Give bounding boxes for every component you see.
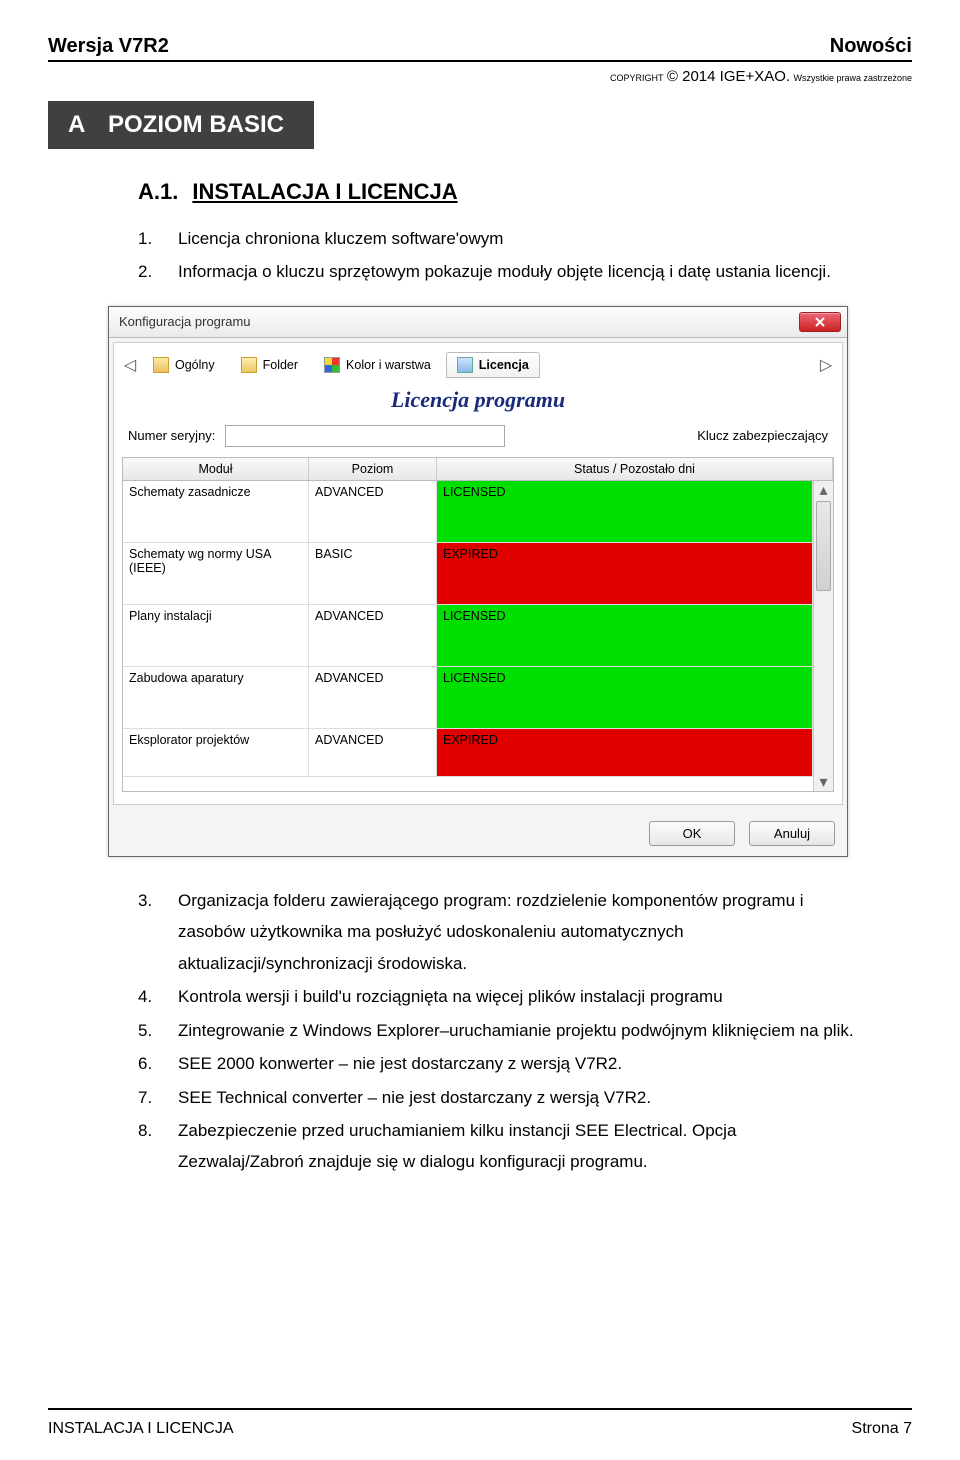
close-icon	[814, 316, 826, 328]
cell-level: ADVANCED	[309, 729, 437, 777]
cell-status: LICENSED	[437, 667, 813, 729]
cell-status: EXPIRED	[437, 729, 813, 777]
list-item: 2.Informacja o kluczu sprzętowym pokazuj…	[138, 256, 858, 287]
config-dialog: Konfiguracja programu ◁ Ogólny Folder Ko…	[108, 306, 848, 857]
cell-module: Zabudowa aparatury	[123, 667, 309, 729]
general-icon	[153, 357, 169, 373]
list-item: 3.Organizacja folderu zawierającego prog…	[138, 885, 858, 979]
cell-level: ADVANCED	[309, 605, 437, 667]
tab-scroll-right[interactable]: ▷	[818, 354, 834, 376]
tab-folder[interactable]: Folder	[230, 352, 309, 378]
cell-module: Eksplorator projektów	[123, 729, 309, 777]
folder-icon	[241, 357, 257, 373]
cell-module: Schematy wg normy USA (IEEE)	[123, 543, 309, 605]
dialog-title: Konfiguracja programu	[119, 314, 251, 329]
license-heading: Licencja programu	[122, 387, 834, 413]
scroll-thumb[interactable]	[816, 501, 831, 591]
cell-level: ADVANCED	[309, 667, 437, 729]
ok-button[interactable]: OK	[649, 821, 735, 846]
cell-level: BASIC	[309, 543, 437, 605]
tab-color-layer[interactable]: Kolor i warstwa	[313, 352, 442, 378]
grid-scrollbar[interactable]: ▴ ▾	[813, 481, 833, 791]
cell-module: Plany instalacji	[123, 605, 309, 667]
cell-status: EXPIRED	[437, 543, 813, 605]
col-status[interactable]: Status / Pozostało dni	[437, 458, 833, 480]
section-a-banner: A POZIOM BASIC	[48, 101, 314, 149]
list-item: 1.Licencja chroniona kluczem software'ow…	[138, 223, 858, 254]
footer-left: INSTALACJA I LICENCJA	[48, 1420, 234, 1438]
col-module[interactable]: Moduł	[123, 458, 309, 480]
cancel-button[interactable]: Anuluj	[749, 821, 835, 846]
list-item: 4.Kontrola wersji i build'u rozciągnięta…	[138, 981, 858, 1012]
footer-right: Strona 7	[852, 1420, 912, 1438]
close-button[interactable]	[799, 312, 841, 332]
serial-input[interactable]	[225, 425, 505, 447]
list-item: 7.SEE Technical converter – nie jest dos…	[138, 1082, 858, 1113]
scroll-down-icon[interactable]: ▾	[814, 773, 833, 791]
list-item: 8.Zabezpieczenie przed uruchamianiem kil…	[138, 1115, 858, 1178]
tab-scroll-left[interactable]: ◁	[122, 354, 138, 376]
palette-icon	[324, 357, 340, 373]
list-item: 5.Zintegrowanie z Windows Explorer–uruch…	[138, 1015, 858, 1046]
cell-status: LICENSED	[437, 605, 813, 667]
tab-general[interactable]: Ogólny	[142, 352, 226, 378]
copyright-line: COPYRIGHT © 2014 IGE+XAO. Wszystkie praw…	[48, 68, 912, 85]
cell-status: LICENSED	[437, 481, 813, 543]
dongle-label: Klucz zabezpieczający	[697, 428, 828, 443]
col-level[interactable]: Poziom	[309, 458, 437, 480]
cell-level: ADVANCED	[309, 481, 437, 543]
list-item: 6.SEE 2000 konwerter – nie jest dostarcz…	[138, 1048, 858, 1079]
license-grid: Moduł Poziom Status / Pozostało dni Sche…	[122, 457, 834, 792]
serial-label: Numer seryjny:	[128, 428, 215, 443]
header-version: Wersja V7R2	[48, 35, 169, 58]
header-right: Nowości	[830, 35, 912, 58]
scroll-up-icon[interactable]: ▴	[814, 481, 833, 499]
heading-a1: A.1.INSTALACJA I LICENCJA	[138, 179, 858, 205]
cell-module: Schematy zasadnicze	[123, 481, 309, 543]
lock-icon	[457, 357, 473, 373]
tab-license[interactable]: Licencja	[446, 352, 540, 378]
